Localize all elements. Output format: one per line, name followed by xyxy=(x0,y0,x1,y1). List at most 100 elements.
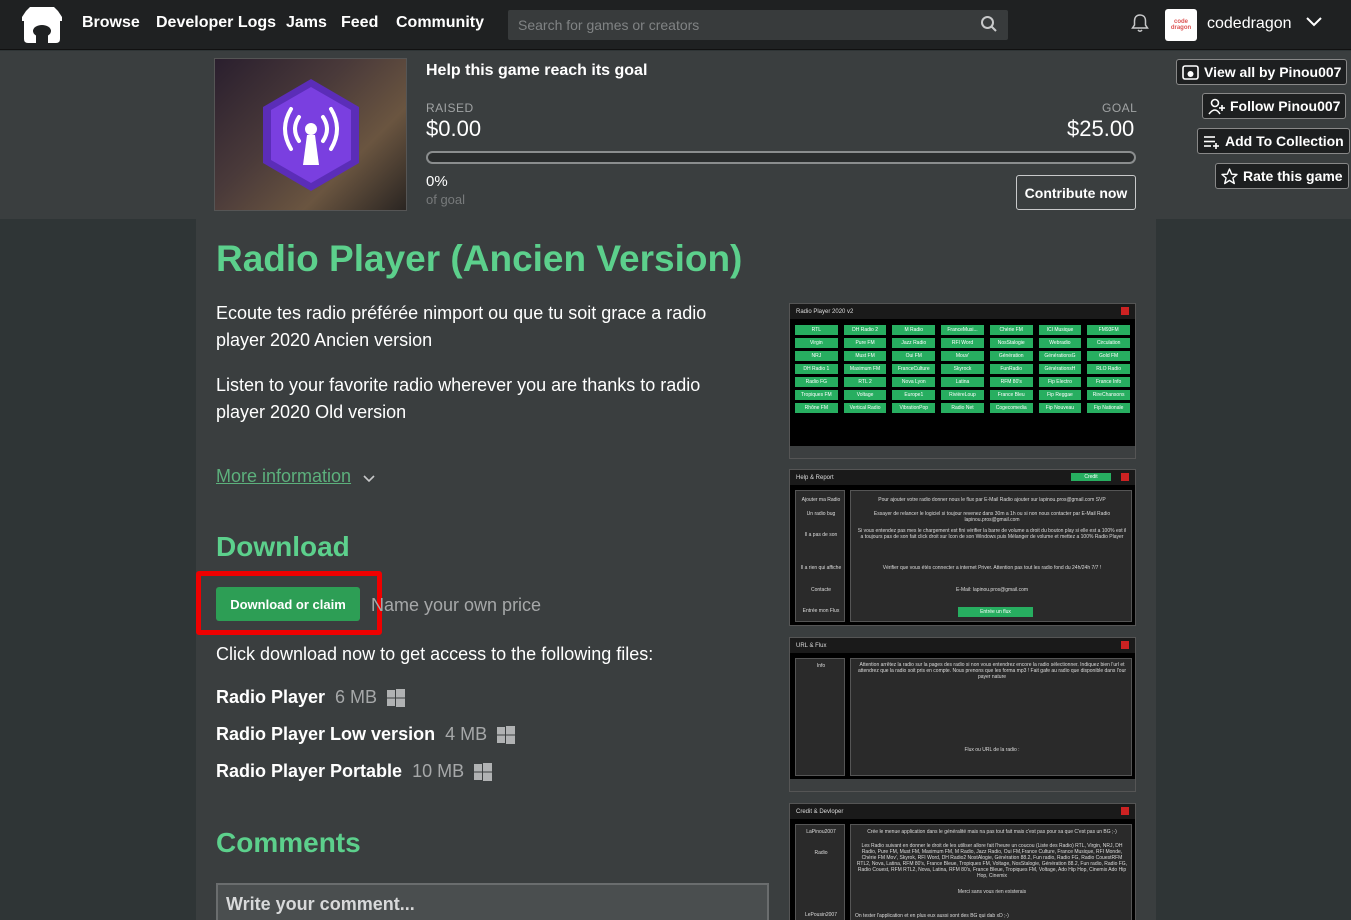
station-button: Radio Net xyxy=(941,403,984,413)
station-button: RLO Radio xyxy=(1087,364,1130,374)
search-placeholder: Search for games or creators xyxy=(518,17,700,33)
user-plus-icon xyxy=(1208,98,1225,115)
more-information-link[interactable]: More information xyxy=(216,466,351,487)
description-english: Listen to your favorite radio wherever y… xyxy=(216,375,701,422)
name-your-price-label: Name your own price xyxy=(371,595,542,615)
flux-text: Attention arrêtez la radio sur la pages … xyxy=(857,662,1127,680)
station-button: RireChansons xyxy=(1087,390,1130,400)
help-content-panel: Pour ajouter votre radio donner nous le … xyxy=(850,490,1132,622)
nav-browse-link[interactable]: Browse xyxy=(82,14,140,32)
goal-value: $25.00 xyxy=(1067,116,1135,141)
itchio-small-icon xyxy=(1182,64,1199,80)
help-text: Pour ajouter votre radio donner nous le … xyxy=(878,497,1106,503)
raised-label: RAISED xyxy=(426,101,474,115)
radio-antenna-icon xyxy=(263,79,359,191)
help-text: Vérifier que vous étés connecter a inter… xyxy=(882,565,1102,571)
itchio-logo-icon[interactable] xyxy=(22,7,62,43)
help-item: Ajouter ma Radio xyxy=(801,497,841,503)
add-to-collection-button[interactable]: Add To Collection xyxy=(1197,128,1350,154)
chevron-down-icon[interactable] xyxy=(1306,16,1322,28)
station-button: GénérationsG xyxy=(1038,351,1082,361)
flux-url-label: Flux ou URL de la radio : xyxy=(964,747,1020,753)
station-button: France Bleu xyxy=(989,390,1033,400)
file-size: 4 MB xyxy=(445,724,488,744)
station-button: Voltage xyxy=(843,390,887,400)
rate-label: Rate this game xyxy=(1243,168,1343,184)
screenshot-4[interactable]: Credit & Devloper LaPinou2007 Radio LePo… xyxy=(789,803,1136,920)
credit-text: Les Radio suivant en donner le droit de … xyxy=(856,843,1128,879)
station-button: FranceCulture xyxy=(892,364,936,374)
screenshot-titlebar: Radio Player 2020 v2 xyxy=(790,304,1135,319)
search-icon[interactable] xyxy=(980,15,998,33)
help-text: Essayer de relancer le logiciel si toujo… xyxy=(873,511,1111,523)
windows-icon xyxy=(497,725,516,744)
station-button: Fip Reggae xyxy=(1038,390,1082,400)
funding-progress-bar xyxy=(426,151,1136,164)
credit-text: Crée le menue application dans le généra… xyxy=(867,829,1117,835)
station-button: Virgin xyxy=(795,338,838,348)
screenshot-title: Radio Player 2020 v2 xyxy=(796,308,854,315)
station-button: Webradio xyxy=(1038,338,1082,348)
credit-text: On tester l'application et en plus eux a… xyxy=(855,913,1009,919)
screenshot-title: Help & Report xyxy=(796,474,834,481)
screenshot-titlebar: Credit & Devloper xyxy=(790,804,1135,819)
file-row: Radio Player 6 MB xyxy=(216,687,406,708)
screenshot-2[interactable]: Help & Report Credit Ajouter ma Radio Un… xyxy=(789,469,1136,626)
nav-jams-link[interactable]: Jams xyxy=(286,14,327,32)
highlight-annotation-box xyxy=(196,571,382,635)
chevron-down-icon[interactable] xyxy=(363,474,375,484)
funding-title: Help this game reach its goal xyxy=(426,62,648,79)
station-button: Skyrock xyxy=(941,364,984,374)
percent-value: 0% xyxy=(426,173,448,190)
close-icon xyxy=(1121,641,1129,649)
station-button: Tropiques FM xyxy=(795,390,838,400)
credit-item: Radio xyxy=(814,850,828,856)
nav-developer-logs-link[interactable]: Developer Logs xyxy=(156,14,276,32)
station-button: GénérationsH xyxy=(1038,364,1082,374)
user-avatar[interactable]: code dragon xyxy=(1165,9,1197,41)
help-item: Entrée mon Flux xyxy=(802,608,840,614)
view-all-label: View all by Pinou007 xyxy=(1204,64,1342,80)
download-heading: Download xyxy=(216,531,350,562)
comment-input[interactable]: Write your comment... xyxy=(216,883,769,920)
station-button: ICI Musique xyxy=(1038,325,1082,335)
station-button: VibrationPop xyxy=(892,403,936,413)
station-button: Radio FG xyxy=(795,377,838,387)
station-button: Jazz Radio xyxy=(892,338,936,348)
station-button: NosStalogie xyxy=(989,338,1033,348)
station-button: Fip Nationale xyxy=(1087,403,1130,413)
screenshot-title: Credit & Devloper xyxy=(796,808,844,815)
station-button: Must FM xyxy=(843,351,887,361)
nav-community-link[interactable]: Community xyxy=(396,14,484,32)
close-icon xyxy=(1121,307,1129,315)
fundraising-header xyxy=(0,51,1351,219)
station-button: M Radio xyxy=(892,325,936,335)
follow-author-button[interactable]: Follow Pinou007 xyxy=(1202,93,1347,119)
station-button: Nova Lyon xyxy=(892,377,936,387)
nav-feed-link[interactable]: Feed xyxy=(341,14,378,32)
screenshot-3[interactable]: URL & Flux Info Attention arrêtez la rad… xyxy=(789,637,1136,792)
station-button: Maximum FM xyxy=(843,364,887,374)
percent-label: of goal xyxy=(426,192,466,207)
station-button: Fip Nouveau xyxy=(1038,403,1082,413)
file-size: 10 MB xyxy=(412,761,465,781)
file-row: Radio Player Portable 10 MB xyxy=(216,761,493,782)
help-menu-panel: Ajouter ma Radio Un radio bug Il a pas d… xyxy=(795,490,845,622)
station-button: France Info xyxy=(1087,377,1130,387)
game-cover-image[interactable] xyxy=(214,58,407,211)
help-item: Il a rien qui affiche xyxy=(800,565,842,571)
search-input[interactable]: Search for games or creators xyxy=(508,10,1008,40)
station-button: RFI Word xyxy=(941,338,984,348)
username-label[interactable]: codedragon xyxy=(1207,15,1292,33)
view-all-by-author-button[interactable]: View all by Pinou007 xyxy=(1176,59,1348,85)
help-item: Un radio bug xyxy=(806,511,836,517)
description-french: Ecoute tes radio préférée nimport ou que… xyxy=(216,303,707,350)
file-name: Radio Player Portable xyxy=(216,761,403,781)
windows-icon xyxy=(387,688,406,707)
station-grid: RTL DH Radio 2 M Radio FranceMusi... Chérie … xyxy=(790,319,1135,419)
rate-game-button[interactable]: Rate this game xyxy=(1215,163,1349,189)
notification-bell-icon[interactable] xyxy=(1130,13,1150,33)
credit-menu-panel: LaPinou2007 Radio LePousin2007 xyxy=(795,824,845,920)
contribute-button[interactable]: Contribute now xyxy=(1016,175,1136,210)
screenshot-1[interactable]: Radio Player 2020 v2 RTL DH Radio 2 M Radi… xyxy=(789,303,1136,459)
